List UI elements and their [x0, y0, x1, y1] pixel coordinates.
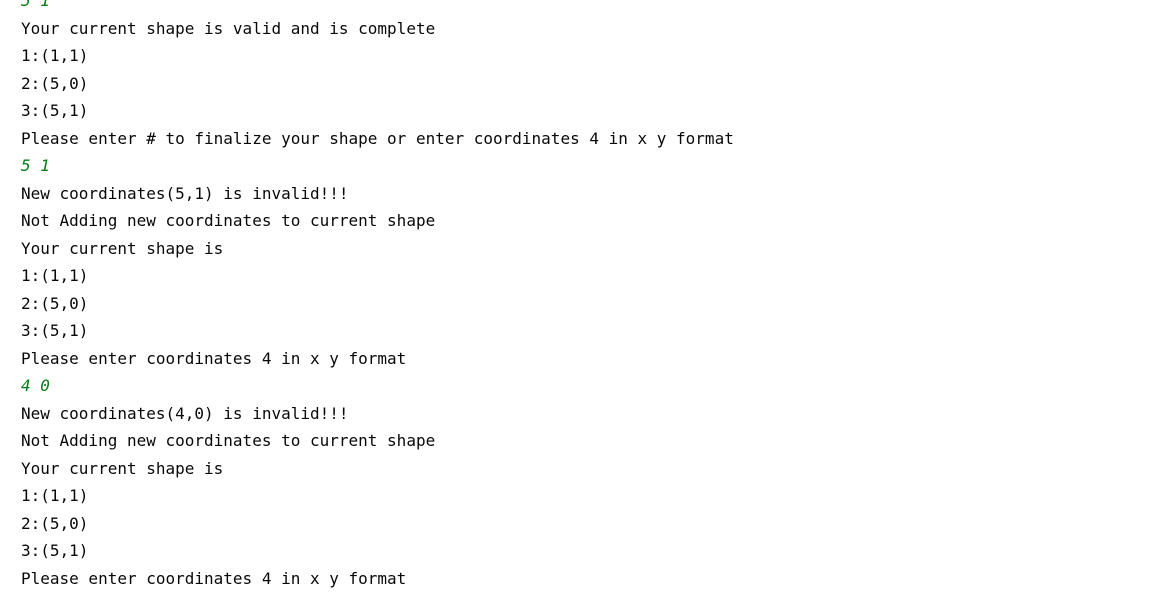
console-output-line: New coordinates(5,1) is invalid!!! — [21, 183, 349, 203]
console-output-line: Please enter coordinates 4 in x y format — [21, 568, 407, 588]
console-output-line: 3:(5,1) — [21, 321, 89, 340]
console-output-line: 3:(5,1) — [21, 541, 89, 560]
console-output-line: 1:(1,1) — [21, 486, 89, 505]
console-output-line: 2:(5,0) — [21, 73, 89, 93]
console-output-line: Your current shape is — [21, 458, 224, 478]
console-output-line: Your current shape is — [21, 238, 224, 258]
console-output-line: Please enter # to finalize your shape or… — [21, 128, 734, 148]
console-lines: 5 1 Your current shape is valid and is co… — [21, 0, 734, 592]
console-output-line: Not Adding new coordinates to current sh… — [21, 431, 436, 450]
console-output-line: 2:(5,0) — [21, 513, 89, 533]
console-output-line: 1:(1,1) — [21, 266, 89, 285]
console-output-line: Not Adding new coordinates to current sh… — [21, 211, 436, 230]
console-output-line: 2:(5,0) — [21, 293, 89, 313]
console-output-line: 1:(1,1) — [21, 46, 89, 65]
console-output-line: Your current shape is valid and is compl… — [21, 18, 436, 38]
console-user-input-line: 4 0 — [21, 376, 50, 395]
console-user-input-line: 5 1 — [21, 0, 50, 10]
console-user-input-line: 5 1 — [21, 156, 50, 175]
console-output-line: 3:(5,1) — [21, 101, 89, 120]
console-output-line: New coordinates(4,0) is invalid!!! — [21, 403, 349, 423]
run-console-output[interactable]: 5 1 Your current shape is valid and is co… — [0, 0, 1160, 602]
console-output-line: Please enter coordinates 4 in x y format — [21, 348, 407, 368]
